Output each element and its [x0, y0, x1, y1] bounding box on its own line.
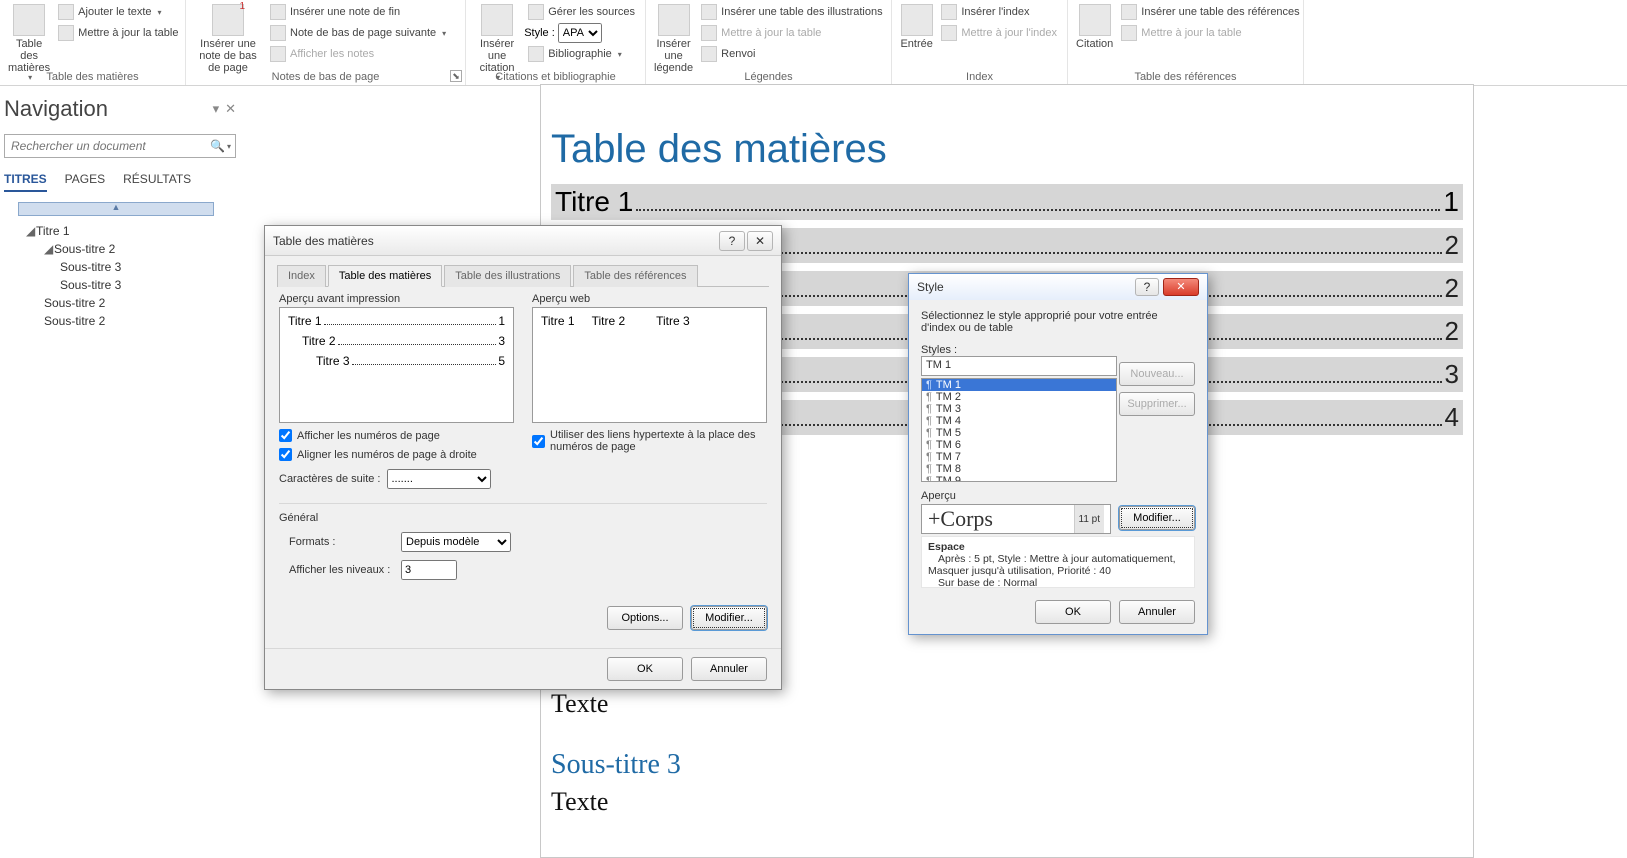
toc-heading: Table des matières: [551, 127, 1463, 172]
add-text-button[interactable]: Ajouter le texte▾: [54, 2, 182, 22]
body-text: Texte: [551, 689, 1463, 719]
tree-item[interactable]: Sous-titre 2: [4, 312, 236, 330]
cancel-button[interactable]: Annuler: [1119, 600, 1195, 624]
nav-tab-pages[interactable]: PAGES: [65, 172, 105, 192]
bibliography-button[interactable]: Bibliographie▾: [524, 44, 639, 64]
tree-item[interactable]: Sous-titre 2: [4, 294, 236, 312]
tree-item[interactable]: Sous-titre 3: [4, 276, 236, 294]
styles-label: Styles :: [921, 344, 1195, 356]
style-name-field[interactable]: TM 1: [921, 356, 1117, 376]
insert-caption-button[interactable]: Insérer une légende: [652, 2, 695, 76]
insert-footnote-button[interactable]: 1Insérer une note de bas de page: [192, 2, 264, 76]
group-label-footnotes: Notes de bas de page: [186, 71, 465, 83]
insert-endnote-button[interactable]: Insérer une note de fin: [266, 2, 450, 22]
dlg-tab-authorities[interactable]: Table des références: [573, 265, 697, 287]
new-style-button[interactable]: Nouveau...: [1119, 362, 1195, 386]
next-footnote-button[interactable]: Note de bas de page suivante▾: [266, 23, 450, 43]
styles-list[interactable]: ¶TM 1 ¶TM 2 ¶TM 3 ¶TM 4 ¶TM 5 ¶TM 6 ¶TM …: [921, 378, 1117, 482]
dlg-tab-toc[interactable]: Table des matières: [328, 265, 442, 287]
instruction-text: Sélectionnez le style approprié pour vot…: [921, 310, 1195, 334]
navigation-pane: Navigation ▾ ✕ 🔍 ▾ TITRES PAGES RÉSULTATS…: [4, 96, 236, 330]
nav-title: Navigation: [4, 96, 108, 122]
general-section: Général: [279, 503, 767, 524]
group-label-index: Index: [892, 71, 1067, 83]
align-right-check[interactable]: [279, 448, 292, 461]
style-item[interactable]: ¶TM 1: [922, 379, 1116, 391]
nav-close-icon[interactable]: ✕: [225, 101, 236, 117]
group-label-reftable: Table des références: [1068, 71, 1303, 83]
group-label-captions: Légendes: [646, 71, 891, 83]
style-item[interactable]: ¶TM 9: [922, 475, 1116, 482]
search-dropdown-icon[interactable]: ▾: [227, 142, 231, 151]
search-input[interactable]: [9, 138, 210, 154]
tree-item[interactable]: ◢Sous-titre 2: [4, 240, 236, 258]
style-item[interactable]: ¶TM 4: [922, 415, 1116, 427]
style-item[interactable]: ¶TM 3: [922, 403, 1116, 415]
nav-tab-results[interactable]: RÉSULTATS: [123, 172, 191, 192]
close-button[interactable]: ✕: [1163, 278, 1199, 296]
footnotes-launcher[interactable]: ⬊: [450, 70, 462, 82]
web-preview-box: Titre 1 Titre 2 Titre 3: [532, 307, 767, 423]
delete-style-button[interactable]: Supprimer...: [1119, 392, 1195, 416]
tree-item[interactable]: Sous-titre 3: [4, 258, 236, 276]
tree-scroll-top[interactable]: [18, 202, 214, 216]
style-preview: +Corps 11 pt: [921, 504, 1111, 534]
levels-spinner[interactable]: [401, 560, 457, 580]
preview-label: Aperçu: [921, 490, 1195, 502]
cross-reference-button[interactable]: Renvoi: [697, 44, 886, 64]
ok-button[interactable]: OK: [1035, 600, 1111, 624]
hyperlinks-check[interactable]: [532, 435, 545, 448]
toc-entry[interactable]: Titre 11: [551, 184, 1463, 220]
heading-3: Sous-titre 3: [551, 749, 1463, 781]
style-item[interactable]: ¶TM 6: [922, 439, 1116, 451]
cancel-button[interactable]: Annuler: [691, 657, 767, 681]
modify-style-button[interactable]: Modifier...: [1119, 506, 1195, 530]
tree-item[interactable]: ◢Titre 1: [4, 222, 236, 240]
modify-button[interactable]: Modifier...: [691, 606, 767, 630]
update-figures-button[interactable]: Mettre à jour la table: [697, 23, 886, 43]
print-preview-box: Titre 11 Titre 23 Titre 35: [279, 307, 514, 423]
ribbon: Table des matières▾ Ajouter le texte▾ Me…: [0, 0, 1627, 86]
toc-dialog: Table des matières ? ✕ Index Table des m…: [264, 225, 782, 690]
leader-select[interactable]: .......: [387, 469, 491, 489]
show-notes-button[interactable]: Afficher les notes: [266, 44, 450, 64]
manage-sources-button[interactable]: Gérer les sources: [524, 2, 639, 22]
options-button[interactable]: Options...: [607, 606, 683, 630]
style-item[interactable]: ¶TM 2: [922, 391, 1116, 403]
update-authorities-button[interactable]: Mettre à jour la table: [1117, 23, 1303, 43]
insert-index-button[interactable]: Insérer l'index: [937, 2, 1061, 22]
group-label-citations: Citations et bibliographie: [466, 71, 645, 83]
nav-dropdown-icon[interactable]: ▾: [213, 101, 220, 117]
heading-tree: ◢Titre 1 ◢Sous-titre 2 Sous-titre 3 Sous…: [4, 222, 236, 330]
nav-tab-titles[interactable]: TITRES: [4, 172, 47, 192]
dialog-title: Table des matières: [273, 234, 374, 248]
help-button[interactable]: ?: [1135, 278, 1159, 296]
style-item[interactable]: ¶TM 5: [922, 427, 1116, 439]
web-preview-label: Aperçu web: [532, 293, 767, 305]
ok-button[interactable]: OK: [607, 657, 683, 681]
formats-select[interactable]: Depuis modèle: [401, 532, 511, 552]
mark-entry-button[interactable]: Entrée: [898, 2, 935, 52]
style-dialog: Style ? ✕ Sélectionnez le style appropri…: [908, 273, 1208, 635]
dialog-title: Style: [917, 280, 944, 294]
group-label-toc: Table des matières: [0, 71, 185, 83]
update-index-button[interactable]: Mettre à jour l'index: [937, 23, 1061, 43]
update-toc-button[interactable]: Mettre à jour la table: [54, 23, 182, 43]
show-page-numbers-check[interactable]: [279, 429, 292, 442]
body-text: Texte: [551, 787, 1463, 817]
style-description: Espace Après : 5 pt, Style : Mettre à jo…: [921, 536, 1195, 588]
close-button[interactable]: ✕: [747, 231, 773, 251]
dlg-tab-figures[interactable]: Table des illustrations: [444, 265, 571, 287]
mark-citation-button[interactable]: Citation: [1074, 2, 1115, 52]
search-icon[interactable]: 🔍: [210, 139, 225, 153]
citation-style-select[interactable]: Style :APA: [524, 23, 639, 43]
style-item[interactable]: ¶TM 7: [922, 451, 1116, 463]
print-preview-label: Aperçu avant impression: [279, 293, 514, 305]
style-item[interactable]: ¶TM 8: [922, 463, 1116, 475]
nav-search[interactable]: 🔍 ▾: [4, 134, 236, 158]
insert-authorities-button[interactable]: Insérer une table des références: [1117, 2, 1303, 22]
dlg-tab-index[interactable]: Index: [277, 265, 326, 287]
insert-table-figures-button[interactable]: Insérer une table des illustrations: [697, 2, 886, 22]
help-button[interactable]: ?: [719, 231, 745, 251]
